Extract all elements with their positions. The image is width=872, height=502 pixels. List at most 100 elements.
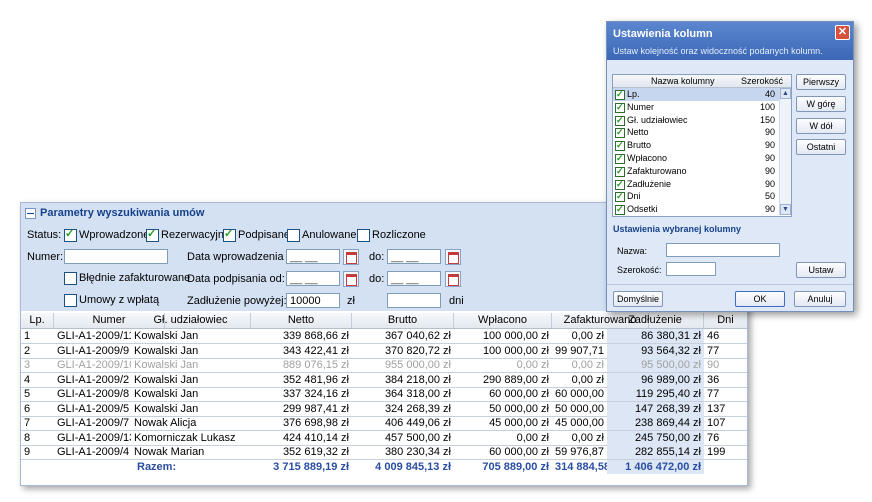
- column-visible-checkbox[interactable]: [615, 88, 625, 101]
- column-header-lp[interactable]: Lp.: [21, 313, 54, 328]
- column-list-item[interactable]: Odsetki 90: [613, 203, 779, 216]
- cell-wplacono: 60 000,00 zł: [489, 388, 549, 400]
- cell-udzialowiec: Kowalski Jan: [134, 402, 199, 415]
- column-list-item[interactable]: Netto 90: [613, 126, 779, 139]
- cell-udzialowiec: Nowak Marian: [134, 446, 205, 458]
- search-parameters-header[interactable]: Parametry wyszukiwania umów: [25, 207, 204, 219]
- column-list-item[interactable]: Dni 50: [613, 190, 779, 203]
- column-width: 90: [764, 204, 775, 215]
- numer-input[interactable]: [64, 249, 168, 264]
- column-list-item[interactable]: Zafakturowano 90: [613, 165, 779, 178]
- list-header-width[interactable]: Szerokość: [741, 75, 783, 87]
- total-brutto: 4 009 845,13 zł: [375, 460, 451, 473]
- column-list-item[interactable]: Wpłacono 90: [613, 152, 779, 165]
- table-row[interactable]: 1 GLI-A1-2009/11 Kowalski Jan 339 868,66 zł…: [21, 329, 747, 344]
- status-podpisane-checkbox[interactable]: [223, 227, 236, 242]
- ok-button[interactable]: OK: [735, 291, 785, 307]
- cancel-button[interactable]: Anuluj: [794, 291, 846, 307]
- table-row[interactable]: 5 GLI-A1-2009/8 Kowalski Jan 337 324,16 zł 3…: [21, 387, 747, 402]
- column-header-udzialowiec[interactable]: Gł. udziałowiec: [131, 313, 251, 328]
- column-visible-checkbox[interactable]: [615, 126, 625, 139]
- cell-lp: 4: [24, 373, 31, 386]
- column-width-input[interactable]: [666, 262, 716, 276]
- column-list-item[interactable]: Gł. udziałowiec 150: [613, 114, 779, 127]
- cell-lp: 8: [24, 431, 31, 444]
- collapse-icon[interactable]: [25, 207, 36, 219]
- column-header-netto[interactable]: Netto: [251, 313, 352, 328]
- cell-zafakturowano: 0,00 zł: [571, 330, 604, 342]
- column-visible-checkbox[interactable]: [615, 101, 625, 114]
- table-row[interactable]: 4 GLI-A1-2009/2 Kowalski Jan 352 481,96 zł 3…: [21, 372, 747, 388]
- cell-wplacono: 45 000,00 zł: [489, 417, 549, 429]
- data-wprowadzenia-od-input[interactable]: __ __ ____: [286, 249, 340, 278]
- column-visible-checkbox[interactable]: [615, 203, 625, 216]
- column-header-zadluzenie[interactable]: Zadłużenie: [607, 313, 704, 328]
- set-button[interactable]: Ustaw: [796, 262, 846, 278]
- cell-wplacono: 0,00 zł: [516, 359, 549, 371]
- column-visible-checkbox[interactable]: [615, 152, 625, 165]
- status-rozliczone-checkbox[interactable]: [357, 229, 370, 242]
- scroll-up-icon[interactable]: ▲: [780, 88, 791, 99]
- calendar-icon[interactable]: [445, 249, 461, 265]
- last-button[interactable]: Ostatni: [796, 139, 846, 155]
- calendar-icon[interactable]: [445, 271, 461, 287]
- calendar-icon[interactable]: [343, 249, 359, 265]
- column-name: Numer: [627, 101, 655, 112]
- status-rezerwacyjne-checkbox[interactable]: [146, 227, 159, 242]
- table-row[interactable]: 3 GLI-A1-2009/10 Kowalski Jan 889 076,15 zł…: [21, 358, 747, 373]
- table-row[interactable]: 7 GLI-A1-2009/7 Nowak Alicja 376 698,98 zł 4…: [21, 416, 747, 431]
- list-header-name[interactable]: Nazwa kolumny: [651, 75, 715, 87]
- column-visible-checkbox[interactable]: [615, 178, 625, 191]
- down-button[interactable]: W dół: [796, 118, 846, 134]
- status-rezerwacyjne-label: Rezerwacyjne: [161, 229, 231, 241]
- close-icon[interactable]: ✕: [835, 25, 850, 40]
- column-visible-checkbox[interactable]: [615, 114, 625, 127]
- table-row[interactable]: 9 GLI-A1-2009/4 Nowak Marian 352 619,32 zł 3…: [21, 445, 747, 460]
- cell-dni: 77: [707, 388, 720, 400]
- cell-dni: 137: [707, 402, 726, 415]
- columns-list-header: Nazwa kolumny Szerokość: [613, 75, 791, 88]
- table-row[interactable]: 8 GLI-A1-2009/13 Komorniczak Lukasz 424 410…: [21, 430, 747, 446]
- default-button[interactable]: Domyślnie: [613, 291, 663, 307]
- column-header-brutto[interactable]: Brutto: [352, 313, 454, 328]
- status-anulowane-checkbox[interactable]: [287, 229, 300, 242]
- scroll-down-icon[interactable]: ▼: [780, 204, 791, 215]
- data-podpisania-do-input[interactable]: __ __ ____: [387, 271, 441, 300]
- dni-input[interactable]: [387, 293, 441, 308]
- column-list-item[interactable]: Numer 100: [613, 101, 779, 114]
- cell-numer: GLI-A1-2009/5: [57, 402, 130, 415]
- table-row[interactable]: 6 GLI-A1-2009/5 Kowalski Jan 299 987,41 zł 3…: [21, 401, 747, 417]
- zadluzenie-input[interactable]: 10000: [286, 293, 340, 308]
- column-header-wplacono[interactable]: Wpłacono: [454, 313, 552, 328]
- cell-numer: GLI-A1-2009/7: [57, 417, 130, 429]
- cell-lp: 2: [24, 344, 31, 357]
- cell-brutto: 364 318,00 zł: [384, 388, 451, 400]
- column-width: 90: [764, 178, 775, 189]
- column-name-input[interactable]: [666, 243, 780, 257]
- column-list-item[interactable]: Brutto 90: [613, 139, 779, 152]
- bledne-checkbox[interactable]: [64, 272, 77, 285]
- cell-dni: 77: [707, 344, 720, 357]
- cell-zafakturowano: 99 907,71 zł: [555, 344, 607, 357]
- table-row[interactable]: 2 GLI-A1-2009/9 Kowalski Jan 343 422,41 zł 3…: [21, 343, 747, 359]
- first-button[interactable]: Pierwszy: [796, 74, 846, 90]
- data-podpisania-od-input[interactable]: __ __ ____: [286, 271, 340, 300]
- data-wprowadzenia-do-input[interactable]: __ __ ____: [387, 249, 441, 278]
- column-visible-checkbox[interactable]: [615, 165, 625, 178]
- column-width: 90: [764, 153, 775, 163]
- column-header-dni[interactable]: Dni: [704, 313, 747, 328]
- up-button[interactable]: W górę: [796, 96, 846, 112]
- cell-udzialowiec: Komorniczak Lukasz: [134, 431, 236, 444]
- column-list-item[interactable]: Lp. 40: [613, 88, 779, 101]
- status-wprowadzone-checkbox[interactable]: [64, 227, 77, 242]
- cell-zafakturowano: 59 976,87 zł: [555, 446, 607, 458]
- list-scrollbar[interactable]: ▲ ▼: [779, 88, 791, 215]
- calendar-icon[interactable]: [343, 271, 359, 287]
- dialog-header[interactable]: Ustawienia kolumn Ustaw kolejność oraz w…: [607, 22, 853, 60]
- column-visible-checkbox[interactable]: [615, 139, 625, 152]
- column-visible-checkbox[interactable]: [615, 190, 625, 203]
- umowy-wplata-checkbox[interactable]: [64, 294, 77, 307]
- cell-netto: 889 076,15 zł: [282, 359, 349, 371]
- column-list-item[interactable]: Zadłużenie 90: [613, 178, 779, 191]
- dni-label: dni: [449, 295, 464, 307]
